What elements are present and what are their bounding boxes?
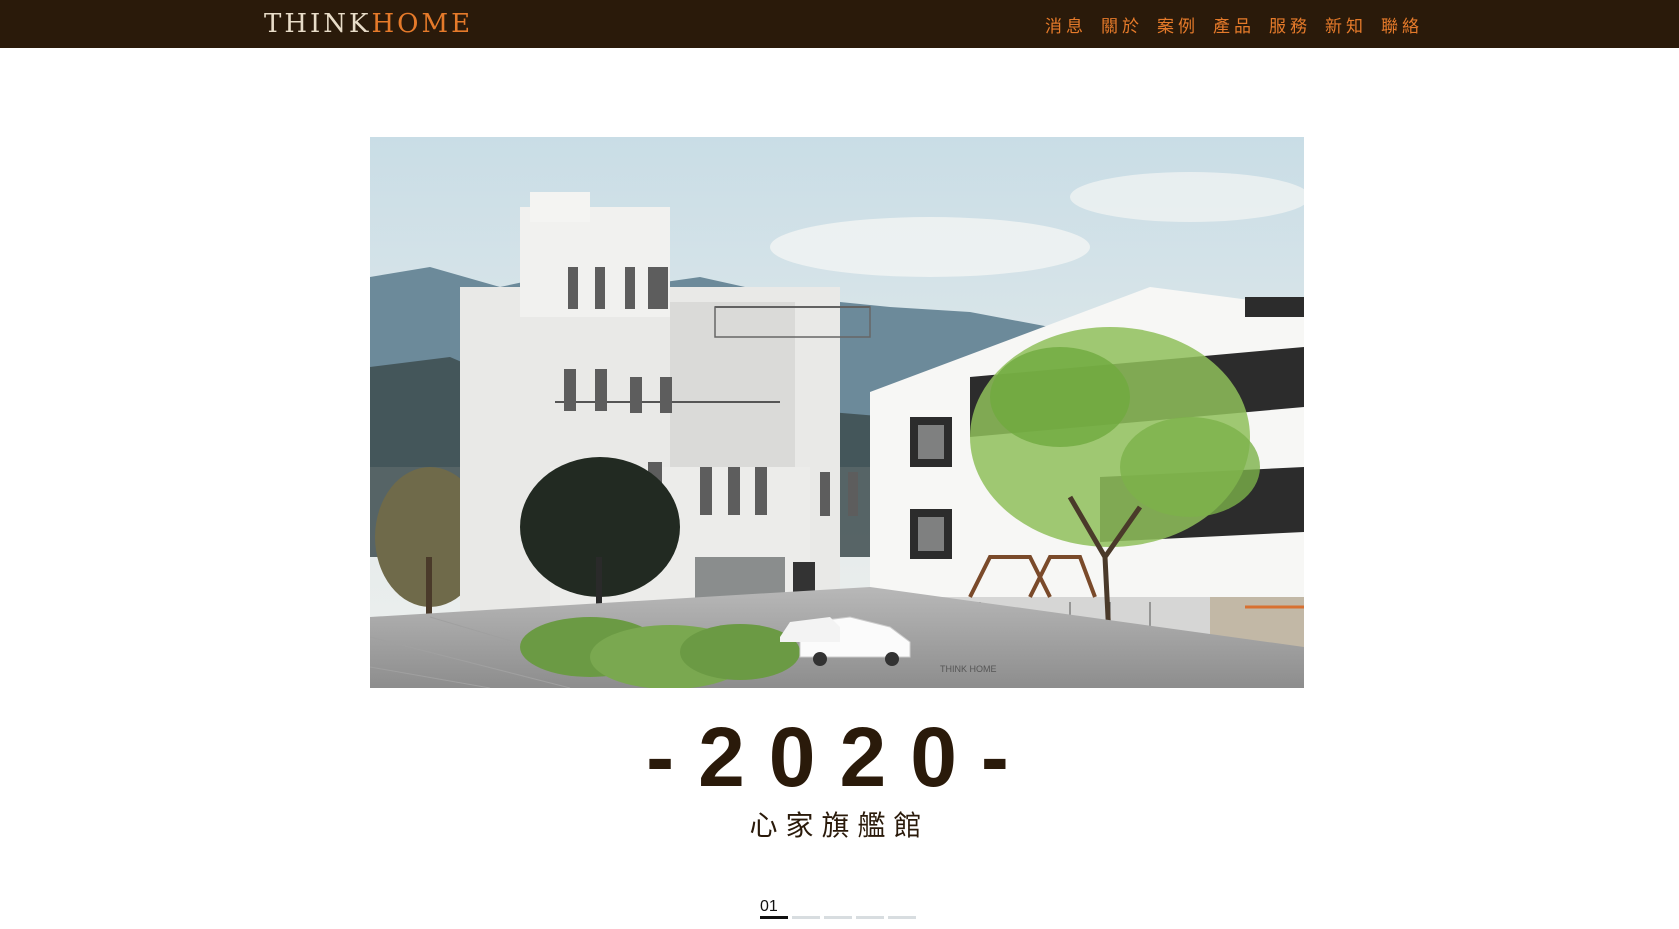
top-navigation-bar: THINKHOME 消息 關於 案例 產品 服務 新知 聯絡 bbox=[0, 0, 1679, 48]
pager-dot-4[interactable] bbox=[856, 916, 884, 919]
logo-think: THINK bbox=[264, 9, 372, 39]
nav-item-cases[interactable]: 案例 bbox=[1157, 12, 1199, 37]
slide-subtitle: 心家旗艦館 bbox=[749, 809, 930, 842]
nav-item-contact[interactable]: 聯絡 bbox=[1381, 12, 1423, 37]
logo-home: HOME bbox=[371, 9, 474, 39]
nav-item-about[interactable]: 關於 bbox=[1101, 12, 1143, 37]
slide-title: -2020- bbox=[646, 710, 1033, 804]
building-rendering: THINK HOME bbox=[370, 137, 1304, 688]
nav-item-products[interactable]: 產品 bbox=[1213, 12, 1255, 37]
logo[interactable]: THINKHOME bbox=[264, 6, 473, 42]
main-nav: 消息 關於 案例 產品 服務 新知 聯絡 bbox=[1045, 0, 1423, 48]
pager-dot-1[interactable] bbox=[760, 916, 788, 919]
slide-pager: 01 bbox=[760, 896, 916, 919]
slide-number: 01 bbox=[760, 898, 778, 915]
nav-item-news[interactable]: 消息 bbox=[1045, 12, 1087, 37]
pager-dot-5[interactable] bbox=[888, 916, 916, 919]
pager-dot-3[interactable] bbox=[824, 916, 852, 919]
image-watermark: THINK HOME bbox=[940, 664, 997, 674]
pager-dot-2[interactable] bbox=[792, 916, 820, 919]
nav-item-services[interactable]: 服務 bbox=[1269, 12, 1311, 37]
nav-item-knowledge[interactable]: 新知 bbox=[1325, 12, 1367, 37]
hero-slide-image[interactable]: THINK HOME bbox=[370, 137, 1304, 688]
